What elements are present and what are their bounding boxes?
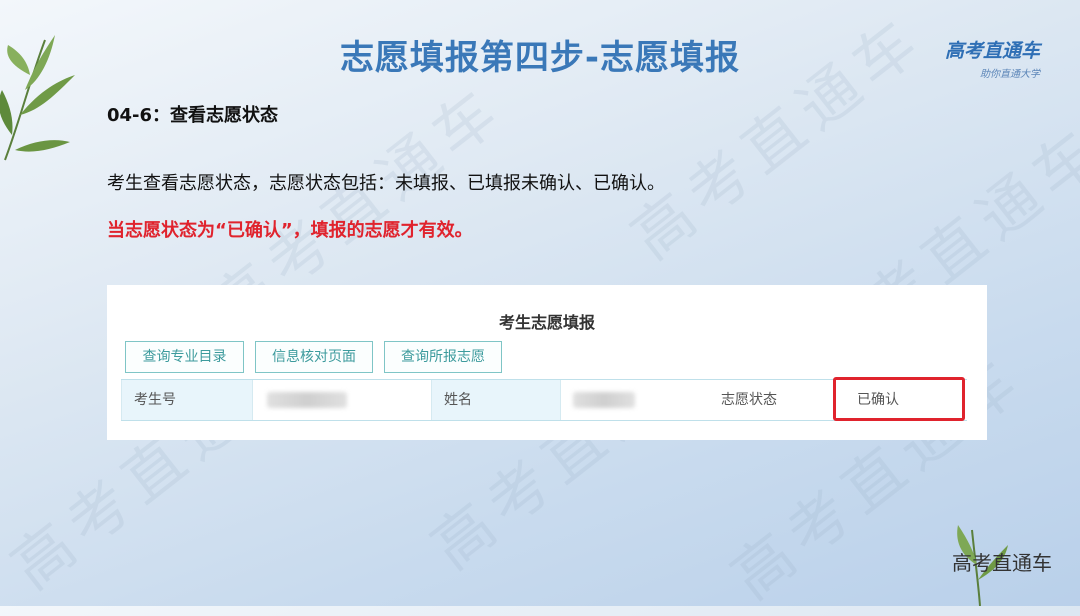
query-major-catalog-button[interactable]: 查询专业目录 — [125, 341, 244, 373]
name-label: 姓名 — [431, 380, 561, 420]
brand-logo: 高考直通车 助你直通大学 — [945, 36, 1040, 80]
status-description: 考生查看志愿状态，志愿状态包括：未填报、已填报未确认、已确认。 — [107, 173, 665, 194]
status-highlight-box — [833, 377, 965, 421]
footer-brand: 高考直通车 — [952, 551, 1052, 575]
info-verification-button[interactable]: 信息核对页面 — [255, 341, 373, 373]
panel-title: 考生志愿填报 — [498, 313, 595, 332]
brand-name: 高考直通车 — [944, 40, 1040, 62]
query-submitted-choices-button[interactable]: 查询所报志愿 — [384, 341, 502, 373]
exam-number-value — [253, 380, 431, 420]
volunteer-application-panel: 考生志愿填报 查询专业目录 信息核对页面 查询所报志愿 考生号 姓名 志愿状态 … — [107, 285, 987, 440]
brand-slogan: 助你直通大学 — [980, 69, 1040, 80]
name-value — [561, 380, 709, 420]
section-heading: 04-6：查看志愿状态 — [107, 105, 279, 126]
page-title: 志愿填报第四步-志愿填报 — [339, 38, 741, 78]
redacted-value — [267, 392, 347, 408]
redacted-value — [573, 392, 635, 408]
status-label: 志愿状态 — [709, 380, 833, 420]
exam-number-label: 考生号 — [121, 380, 253, 420]
validity-warning: 当志愿状态为“已确认”，填报的志愿才有效。 — [107, 220, 473, 241]
